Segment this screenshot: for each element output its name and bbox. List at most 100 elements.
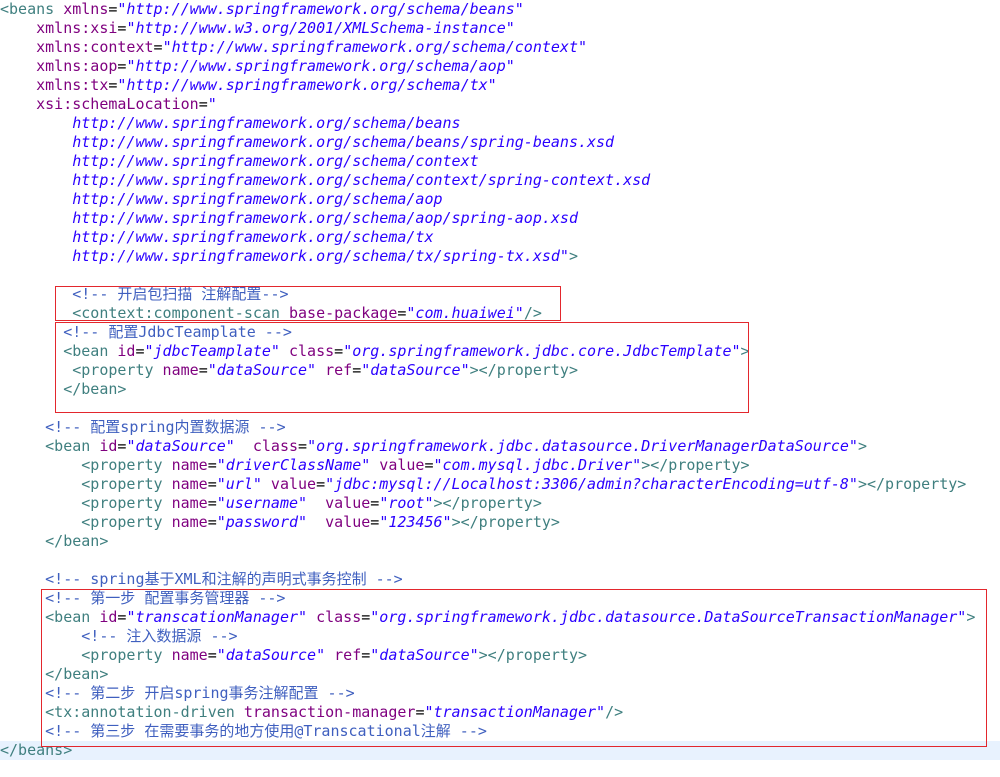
code-token: http://www.springframework.org/schema/be… — [0, 133, 615, 151]
code-token: base-package — [279, 304, 398, 322]
code-token: "org.springframework.jdbc.datasource.Dat… — [370, 608, 967, 626]
code-token: <property — [0, 361, 154, 379]
code-token: = — [370, 513, 380, 531]
code-token: "dataSource" — [370, 646, 479, 664]
code-token: <property — [0, 494, 163, 512]
code-line[interactable]: <!-- 第一步 配置事务管理器 --> — [0, 589, 285, 608]
code-line[interactable]: xmlns:xsi="http://www.w3.org/2001/XMLSch… — [0, 19, 515, 38]
code-token: name — [162, 646, 208, 664]
code-token: xmlns:tx — [0, 76, 109, 94]
code-line[interactable]: http://www.springframework.org/schema/be… — [0, 133, 614, 152]
code-line[interactable]: http://www.springframework.org/schema/tx — [0, 228, 433, 247]
code-token: /> — [523, 304, 542, 322]
code-token: <property — [0, 646, 163, 664]
code-token: "jdbcTeamplate" — [144, 342, 280, 360]
code-token: ></property> — [641, 456, 750, 474]
code-line[interactable]: <!-- 配置JdbcTeamplate --> — [0, 323, 292, 342]
code-token: = — [198, 95, 208, 113]
code-line[interactable]: <property name="dataSource" ref="dataSou… — [0, 646, 587, 665]
code-line[interactable]: <property name="dataSource" ref="dataSou… — [0, 361, 578, 380]
code-line[interactable]: </bean> — [0, 532, 108, 551]
code-token: <!-- 注入数据源 --> — [0, 627, 238, 645]
code-token: <!-- 第三步 在需要事务的地方使用@Transcational注解 --> — [0, 722, 487, 740]
code-token: <!-- 配置spring内置数据源 --> — [0, 418, 286, 436]
code-token: <context:component-scan — [0, 304, 280, 322]
code-line[interactable]: <context:component-scan base-package="co… — [0, 304, 542, 323]
code-token: "dataSource" — [361, 361, 470, 379]
code-token: "org.springframework.jdbc.datasource.Dri… — [307, 437, 858, 455]
code-line[interactable]: <beans xmlns="http://www.springframework… — [0, 0, 524, 19]
code-token: "username" — [216, 494, 308, 512]
code-line[interactable]: <property name="url" value="jdbc:mysql:/… — [0, 475, 966, 494]
code-token: http://www.springframework.org/schema/co… — [0, 171, 651, 189]
code-token: xmlns:context — [0, 38, 154, 56]
code-token: <bean — [0, 608, 91, 626]
code-line[interactable]: <!-- spring基于XML和注解的声明式事务控制 --> — [0, 570, 403, 589]
code-token: value — [261, 475, 317, 493]
code-token: <property — [0, 513, 163, 531]
code-token: "transactionManager" — [424, 703, 606, 721]
code-line[interactable]: <!-- 配置spring内置数据源 --> — [0, 418, 286, 437]
code-line[interactable]: http://www.springframework.org/schema/ao… — [0, 209, 578, 228]
code-token: = — [207, 456, 217, 474]
code-token: ></property> — [478, 646, 588, 664]
code-token: <!-- 第二步 开启spring事务注解配置 --> — [0, 684, 355, 702]
code-token: "http://www.springframework.org/schema/c… — [162, 38, 588, 56]
code-token: http://www.springframework.org/schema/be… — [0, 114, 461, 132]
code-token: xmlns:aop — [0, 57, 118, 75]
code-line[interactable]: <property name="password" value="123456"… — [0, 513, 560, 532]
code-line[interactable]: <!-- 注入数据源 --> — [0, 627, 238, 646]
code-token: name — [162, 475, 208, 493]
code-token: name — [153, 361, 199, 379]
code-line[interactable]: http://www.springframework.org/schema/ao… — [0, 190, 443, 209]
code-token: class — [307, 608, 362, 626]
code-line[interactable]: xmlns:aop="http://www.springframework.or… — [0, 57, 515, 76]
code-token: = — [352, 361, 362, 379]
code-token: "http://www.springframework.org/schema/t… — [117, 76, 497, 94]
code-token: "driverClassName" — [216, 456, 371, 474]
code-token: http://www.springframework.org/schema/ao… — [0, 209, 578, 227]
code-token: class — [279, 342, 335, 360]
code-token: <property — [0, 475, 163, 493]
code-line[interactable]: http://www.springframework.org/schema/co… — [0, 171, 650, 190]
code-token: = — [334, 342, 344, 360]
code-line[interactable]: <property name="username" value="root"><… — [0, 494, 542, 513]
code-line[interactable]: <!-- 第三步 在需要事务的地方使用@Transcational注解 --> — [0, 722, 487, 741]
code-token: = — [207, 513, 217, 531]
xml-code-editor[interactable]: </beans> <!-- 第三步 在需要事务的地方使用@Transcation… — [0, 0, 1000, 777]
code-token: value — [307, 494, 371, 512]
code-line[interactable]: <!-- 第二步 开启spring事务注解配置 --> — [0, 684, 355, 703]
code-line[interactable]: http://www.springframework.org/schema/co… — [0, 152, 478, 171]
code-line[interactable]: </bean> — [0, 665, 108, 684]
code-token: http://www.springframework.org/schema/ao… — [0, 190, 443, 208]
code-token: </bean> — [0, 532, 109, 550]
code-line[interactable]: <!-- 开启包扫描 注解配置--> — [0, 285, 288, 304]
code-token: "org.springframework.jdbc.core.JdbcTempl… — [343, 342, 741, 360]
code-line[interactable]: <tx:annotation-driven transaction-manage… — [0, 703, 623, 722]
code-line[interactable]: xmlns:context="http://www.springframewor… — [0, 38, 587, 57]
code-token: "password" — [216, 513, 308, 531]
code-token: = — [316, 475, 326, 493]
code-token: id — [108, 342, 136, 360]
code-line[interactable]: xmlns:tx="http://www.springframework.org… — [0, 76, 497, 95]
code-token: > — [966, 608, 976, 626]
code-line[interactable]: <property name="driverClassName" value="… — [0, 456, 750, 475]
code-token: ></property> — [451, 513, 560, 531]
code-line[interactable]: </beans> — [0, 741, 1000, 760]
code-token: "jdbc:mysql://Localhost:3306/admin?chara… — [325, 475, 858, 493]
code-line[interactable]: http://www.springframework.org/schema/be… — [0, 114, 461, 133]
code-line[interactable]: xsi:schemaLocation=" — [0, 95, 217, 114]
code-token: id — [90, 437, 118, 455]
code-token: > — [857, 437, 867, 455]
code-line[interactable]: <bean id="jdbcTeamplate" class="org.spri… — [0, 342, 749, 361]
code-token: name — [162, 494, 208, 512]
code-token: "url" — [216, 475, 262, 493]
code-token: = — [207, 646, 217, 664]
code-line[interactable]: http://www.springframework.org/schema/tx… — [0, 247, 578, 266]
code-token: "com.huaiwei" — [406, 304, 524, 322]
code-line[interactable]: <bean id="dataSource" class="org.springf… — [0, 437, 867, 456]
code-token: value — [370, 456, 425, 474]
code-line[interactable]: </bean> — [0, 380, 126, 399]
code-token: ></property> — [469, 361, 578, 379]
code-line[interactable]: <bean id="transcationManager" class="org… — [0, 608, 975, 627]
